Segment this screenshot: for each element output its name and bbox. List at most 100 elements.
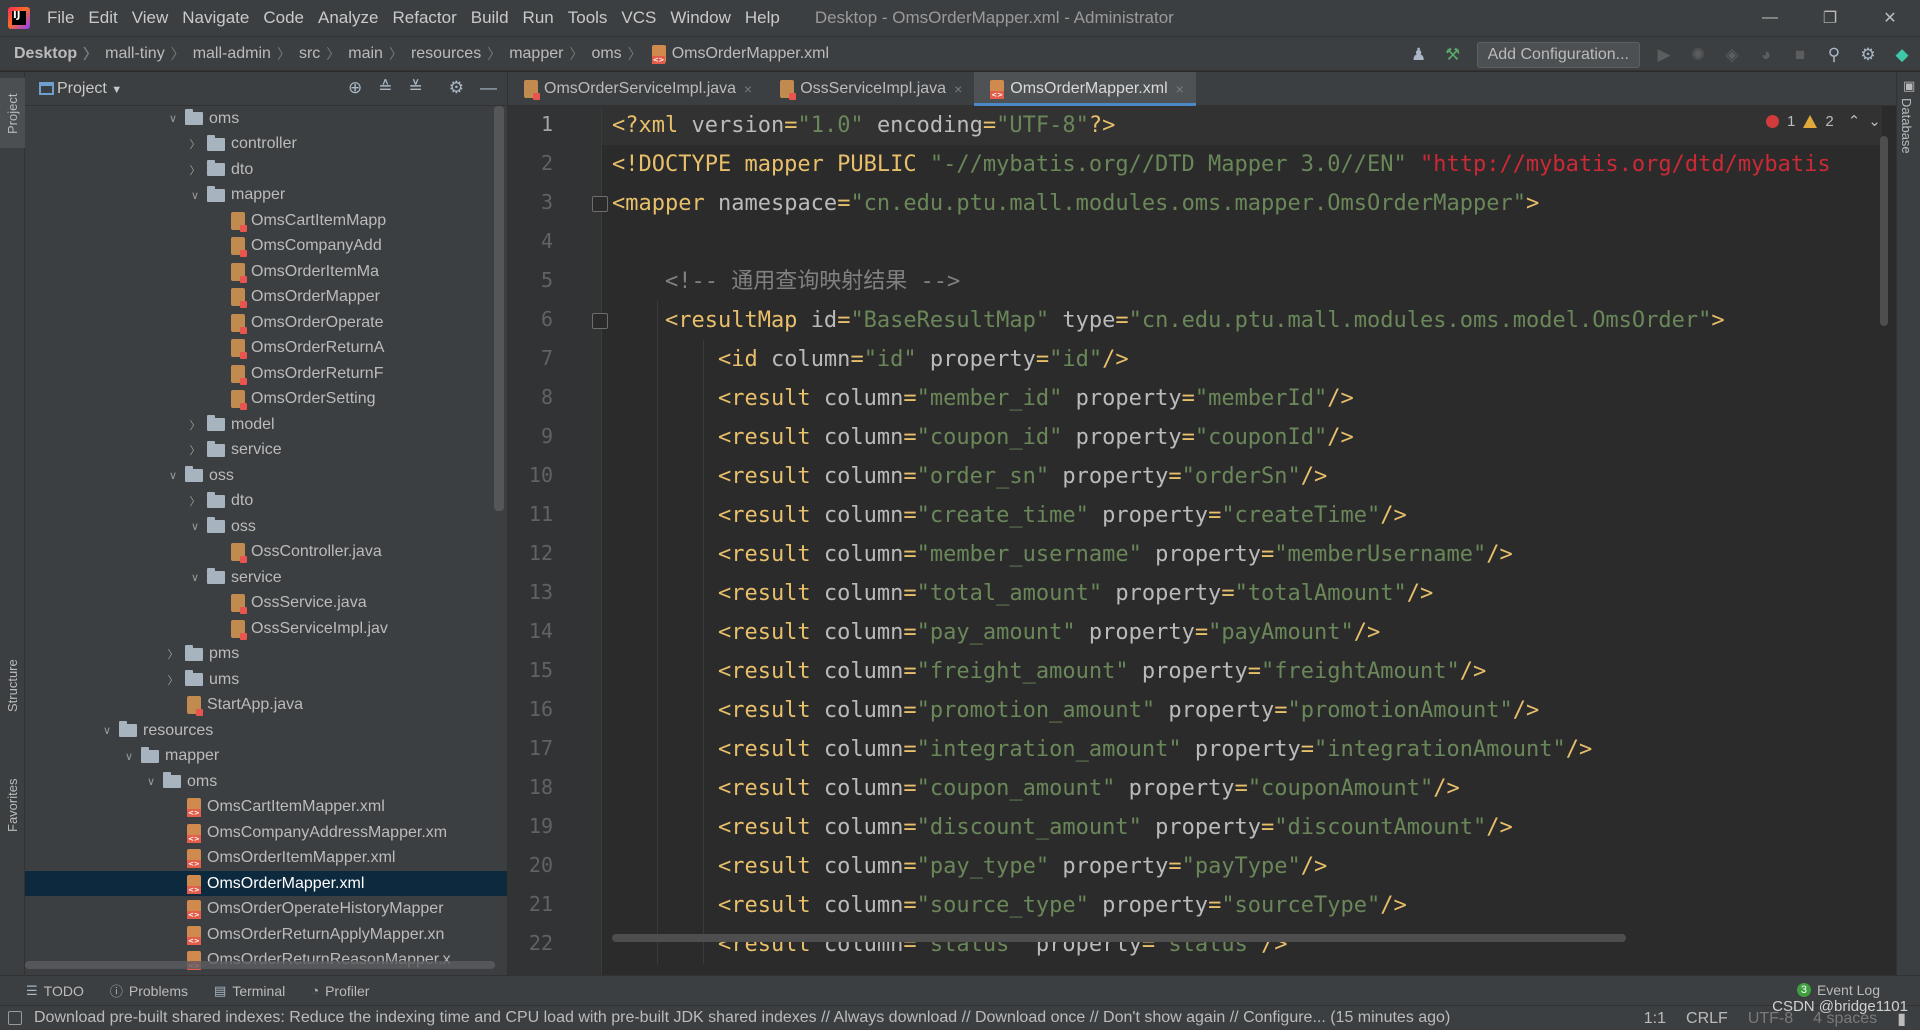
chevron-right-icon[interactable]: 〉 <box>187 136 203 152</box>
tree-folder[interactable]: 〉 dto <box>25 489 507 514</box>
chevron-right-icon[interactable]: 〉 <box>165 672 181 688</box>
toolbox-icon[interactable]: ◆ <box>1892 45 1912 65</box>
chevron-down-icon[interactable]: ∨ <box>165 112 181 125</box>
tree-folder[interactable]: 〉 model <box>25 412 507 437</box>
tree-folder[interactable]: 〉 pms <box>25 642 507 667</box>
tree-file[interactable]: OmsOrderSetting <box>25 387 507 412</box>
chevron-down-icon[interactable]: ∨ <box>187 189 203 202</box>
chevron-down-icon[interactable]: ∨ <box>99 724 115 737</box>
tree-folder[interactable]: ∨ resources <box>25 718 507 743</box>
fold-icon[interactable] <box>592 196 608 212</box>
tree-horizontal-scrollbar[interactable] <box>25 961 495 969</box>
tree-file[interactable]: OmsOrderItemMa <box>25 259 507 284</box>
breadcrumb-item[interactable]: oms 〉 <box>585 44 643 64</box>
tree-file[interactable]: OmsOrderReturnA <box>25 336 507 361</box>
tree-file[interactable]: OmsOrderReturnApplyMapper.xn <box>25 922 507 947</box>
chevron-down-icon[interactable]: ∨ <box>143 775 159 788</box>
menu-edit[interactable]: Edit <box>81 0 124 36</box>
restore-icon[interactable]: ❐ <box>1800 0 1860 36</box>
chevron-down-icon[interactable]: ∨ <box>187 571 203 584</box>
editor-horizontal-scrollbar[interactable] <box>612 934 1626 942</box>
build-hammer-icon[interactable]: ⚒ <box>1443 45 1463 65</box>
menu-navigate[interactable]: Navigate <box>175 0 256 36</box>
favorites-tool-tab[interactable]: Favorites <box>0 752 25 842</box>
tree-folder[interactable]: ∨ oss <box>25 463 507 488</box>
editor-vertical-scrollbar[interactable] <box>1880 136 1888 326</box>
inspection-widget[interactable]: 1 2 ⌃ ⌄ <box>1766 112 1881 130</box>
debug-icon[interactable]: ✺ <box>1688 45 1708 65</box>
tree-file[interactable]: OmsCartItemMapper.xml <box>25 795 507 820</box>
close-icon[interactable]: ✕ <box>1860 0 1920 36</box>
settings-gear-icon[interactable]: ⚙ <box>1858 45 1878 65</box>
tree-folder[interactable]: ∨ oms <box>25 106 507 131</box>
chevron-up-icon[interactable]: ⌃ <box>1848 112 1861 130</box>
menu-run[interactable]: Run <box>516 0 561 36</box>
chevron-right-icon[interactable]: 〉 <box>187 417 203 433</box>
tree-file[interactable]: StartApp.java <box>25 693 507 718</box>
tree-file[interactable]: OmsOrderItemMapper.xml <box>25 846 507 871</box>
collapse-all-icon[interactable]: ≚ <box>409 78 423 98</box>
database-tool-tab[interactable]: ▣ Database <box>1897 78 1920 178</box>
chevron-right-icon[interactable]: 〉 <box>187 493 203 509</box>
breadcrumb-item[interactable]: main 〉 <box>342 44 405 64</box>
code-editor[interactable]: 1 2 3 4 5 6 7 8 9 10 11 12 13 14 15 16 17 18 19 20 21 22 <?xm… <box>508 106 1920 975</box>
caret-position[interactable]: 1:1 <box>1644 1010 1666 1028</box>
tree-folder[interactable]: 〉 ums <box>25 667 507 692</box>
chevron-right-icon[interactable]: 〉 <box>165 646 181 662</box>
tree-folder[interactable]: ∨ mapper <box>25 183 507 208</box>
coverage-icon[interactable]: ◈ <box>1722 45 1742 65</box>
tool-problems[interactable]: ⓘ Problems <box>110 981 188 1000</box>
menu-window[interactable]: Window <box>663 0 737 36</box>
gear-icon[interactable]: ⚙ <box>449 78 464 98</box>
chevron-right-icon[interactable]: 〉 <box>187 442 203 458</box>
event-log-button[interactable]: 3 Event Log <box>1796 982 1880 998</box>
menu-refactor[interactable]: Refactor <box>385 0 463 36</box>
tree-file[interactable]: OmsOrderOperate <box>25 310 507 335</box>
fold-icon[interactable] <box>592 313 608 329</box>
code-area[interactable]: <?xml version="1.0" encoding="UTF-8"?> <!… <box>612 106 1892 975</box>
tool-terminal[interactable]: ▤ Terminal <box>214 981 285 1000</box>
run-icon[interactable]: ▶ <box>1654 45 1674 65</box>
structure-tool-tab[interactable]: Structure <box>0 632 25 722</box>
tree-file[interactable]: OmsCompanyAddressMapper.xm <box>25 820 507 845</box>
line-separator[interactable]: CRLF <box>1686 1010 1728 1028</box>
chevron-down-icon[interactable]: ∨ <box>187 520 203 533</box>
tree-file[interactable]: OmsOrderOperateHistoryMapper <box>25 897 507 922</box>
profile-icon[interactable]: ◕ <box>1756 45 1776 65</box>
tree-vertical-scrollbar[interactable] <box>494 106 504 511</box>
chevron-down-icon[interactable]: ⌄ <box>1868 112 1881 130</box>
add-configuration-button[interactable]: Add Configuration... <box>1476 41 1640 68</box>
project-view-dropdown[interactable]: Project ▼ <box>57 80 122 98</box>
tree-folder[interactable]: 〉 controller <box>25 132 507 157</box>
tree-folder[interactable]: ∨ oss <box>25 514 507 539</box>
hide-panel-icon[interactable]: — <box>480 78 497 98</box>
tree-folder[interactable]: 〉 dto <box>25 157 507 182</box>
menu-analyze[interactable]: Analyze <box>311 0 385 36</box>
editor-tab[interactable]: OmsOrderMapper.xml × <box>974 72 1196 106</box>
tool-todo[interactable]: ☰ TODO <box>26 981 84 1000</box>
close-tab-icon[interactable]: × <box>1176 81 1184 97</box>
tree-file[interactable]: OmsOrderMapper.xml <box>25 871 507 896</box>
tree-file[interactable]: OssService.java <box>25 591 507 616</box>
menu-code[interactable]: Code <box>256 0 311 36</box>
menu-vcs[interactable]: VCS <box>614 0 663 36</box>
expand-all-icon[interactable]: ≙ <box>378 78 392 98</box>
tree-file[interactable]: OmsOrderMapper <box>25 285 507 310</box>
breadcrumb-item[interactable]: OmsOrderMapper.xml <box>644 44 831 64</box>
chevron-down-icon[interactable]: ∨ <box>165 469 181 482</box>
close-tab-icon[interactable]: × <box>954 81 962 97</box>
close-tab-icon[interactable]: × <box>744 81 752 97</box>
status-toggle-icon[interactable] <box>8 1011 22 1025</box>
editor-tab[interactable]: OssServiceImpl.java × <box>764 72 974 106</box>
breadcrumb-item[interactable]: resources 〉 <box>405 44 503 64</box>
breadcrumb-item[interactable]: mall-admin 〉 <box>187 44 293 64</box>
tree-folder[interactable]: ∨ service <box>25 565 507 590</box>
tool-profiler[interactable]: ◔ Profiler <box>311 981 369 1000</box>
locate-file-icon[interactable]: ⊕ <box>348 78 362 98</box>
breadcrumb-item[interactable]: src 〉 <box>293 44 342 64</box>
breadcrumb-item[interactable]: mall-tiny 〉 <box>99 44 187 64</box>
tree-file[interactable]: OssServiceImpl.jav <box>25 616 507 641</box>
tree-file[interactable]: OmsOrderReturnF <box>25 361 507 386</box>
tree-file[interactable]: OssController.java <box>25 540 507 565</box>
tree-folder[interactable]: 〉 service <box>25 438 507 463</box>
